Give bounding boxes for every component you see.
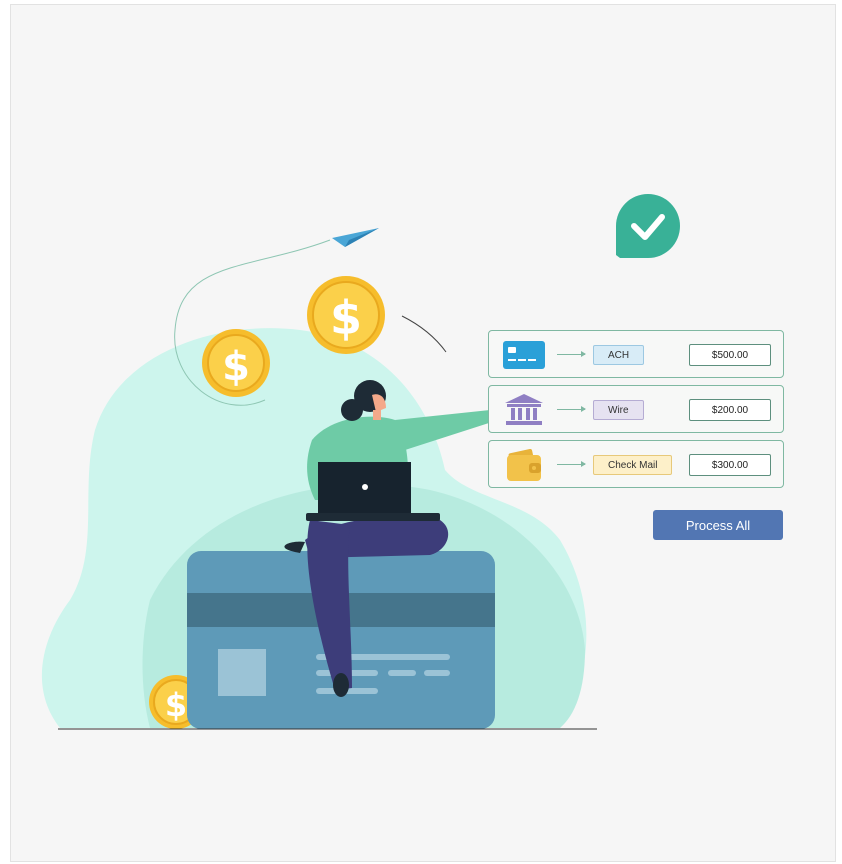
credit-card-icon — [503, 341, 545, 369]
arrow-right-icon — [557, 406, 586, 412]
bank-icon — [505, 394, 543, 425]
arrow-right-icon — [557, 351, 586, 357]
coin-medium-icon: $ — [202, 329, 270, 397]
payment-method-tag: ACH — [593, 345, 645, 365]
payment-method-tag: Wire — [593, 400, 644, 420]
process-all-button[interactable]: Process All — [653, 510, 783, 540]
arrow-right-icon — [557, 461, 586, 467]
payment-row-ach[interactable]: ACH $500.00 — [488, 330, 784, 378]
wallet-icon — [507, 449, 541, 481]
payment-amount: $200.00 — [689, 399, 771, 421]
svg-text:$: $ — [165, 686, 187, 724]
svg-text:$: $ — [222, 344, 250, 390]
coin-large-icon: $ — [307, 276, 385, 354]
paper-plane-icon — [332, 228, 379, 247]
payment-row-wire[interactable]: Wire $200.00 — [488, 385, 784, 433]
payment-method-tag: Check Mail — [593, 455, 673, 475]
payment-row-check-mail[interactable]: Check Mail $300.00 — [488, 440, 784, 488]
payment-amount: $500.00 — [689, 344, 771, 366]
motion-line — [401, 315, 447, 353]
svg-text:$: $ — [330, 291, 362, 345]
payment-amount: $300.00 — [689, 454, 771, 476]
check-badge-icon — [616, 194, 680, 258]
